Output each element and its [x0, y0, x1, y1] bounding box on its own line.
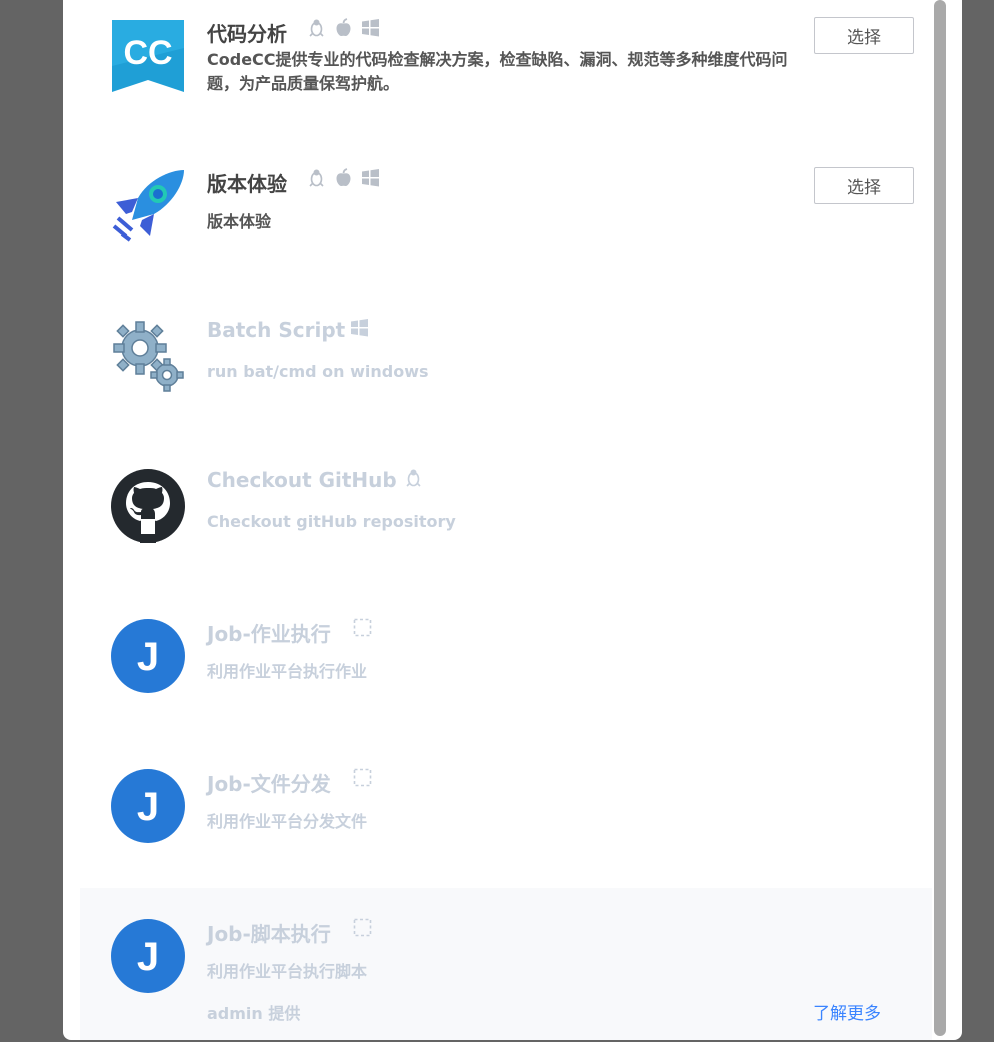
plugin-item-batch-script[interactable]: Batch Script run bat/cmd on windows: [80, 300, 932, 450]
linux-icon: [404, 468, 423, 487]
plugin-item-job-file-distribute[interactable]: J Job-文件分发 利用作业平台分发文件: [80, 750, 932, 900]
job-logo-icon: J: [111, 619, 185, 693]
plugin-title: 版本体验: [207, 172, 287, 196]
plugin-provider: admin 提供: [207, 1004, 301, 1023]
select-button[interactable]: 选择: [814, 167, 914, 204]
windows-icon: [361, 168, 380, 187]
apple-icon: [334, 18, 353, 37]
svg-text:J: J: [137, 935, 159, 979]
plugin-item-job-script-execute[interactable]: J Job-脚本执行 利用作业平台执行脚本 admin 提供 了解更多: [80, 888, 932, 1040]
plugin-description: 利用作业平台分发文件: [207, 812, 368, 831]
plugin-description: CodeCC提供专业的代码检查解决方案，检查缺陷、漏洞、规范等多种维度代码问题，…: [207, 50, 788, 93]
windows-icon: [350, 318, 369, 337]
plugin-description: 版本体验: [207, 212, 272, 231]
plugin-description: 利用作业平台执行作业: [207, 662, 368, 681]
plugin-title: Job-文件分发: [207, 772, 331, 796]
plugin-title: 代码分析: [207, 22, 287, 46]
linux-icon: [307, 168, 326, 187]
plugin-title: Job-脚本执行: [207, 922, 331, 946]
plugin-item-codecc[interactable]: CC 代码分析 CodeCC提供专业的代码检查解决方案，检查缺陷、漏洞、规范等多…: [80, 0, 932, 150]
plugin-item-version-experience[interactable]: 版本体验 版本体验 选择: [80, 150, 932, 300]
linux-icon: [307, 18, 326, 37]
plugin-item-job-execute[interactable]: J Job-作业执行 利用作业平台执行作业: [80, 600, 932, 750]
os-icons: [350, 318, 369, 337]
plugin-description: Checkout gitHub repository: [207, 512, 456, 531]
codecc-logo-icon: CC: [112, 20, 184, 92]
os-icons: [307, 168, 380, 187]
plugin-title: Job-作业执行: [207, 622, 331, 646]
os-icons: [353, 918, 372, 937]
agentless-icon: [353, 918, 372, 937]
plugin-title: Batch Script: [207, 318, 346, 342]
github-logo-icon: [111, 469, 185, 543]
svg-text:J: J: [137, 785, 159, 829]
plugin-description: 利用作业平台执行脚本: [207, 962, 368, 981]
plugin-description: run bat/cmd on windows: [207, 362, 429, 381]
os-icons: [307, 18, 380, 37]
select-button[interactable]: 选择: [814, 17, 914, 54]
agentless-icon: [353, 768, 372, 787]
svg-text:CC: CC: [123, 34, 172, 72]
agentless-icon: [353, 618, 372, 637]
job-logo-icon: J: [111, 919, 185, 993]
learn-more-link[interactable]: 了解更多: [813, 999, 881, 1024]
gears-logo-icon: [113, 321, 184, 392]
job-logo-icon: J: [111, 769, 185, 843]
apple-icon: [334, 168, 353, 187]
os-icons: [353, 618, 372, 637]
rocket-logo-icon: [112, 170, 184, 242]
os-icons: [353, 768, 372, 787]
plugin-item-checkout-github[interactable]: Checkout GitHub Checkout gitHub reposito…: [80, 450, 932, 600]
svg-text:J: J: [137, 635, 159, 679]
scrollbar[interactable]: [934, 0, 946, 1036]
plugin-title: Checkout GitHub: [207, 468, 397, 492]
os-icons: [404, 468, 423, 487]
windows-icon: [361, 18, 380, 37]
